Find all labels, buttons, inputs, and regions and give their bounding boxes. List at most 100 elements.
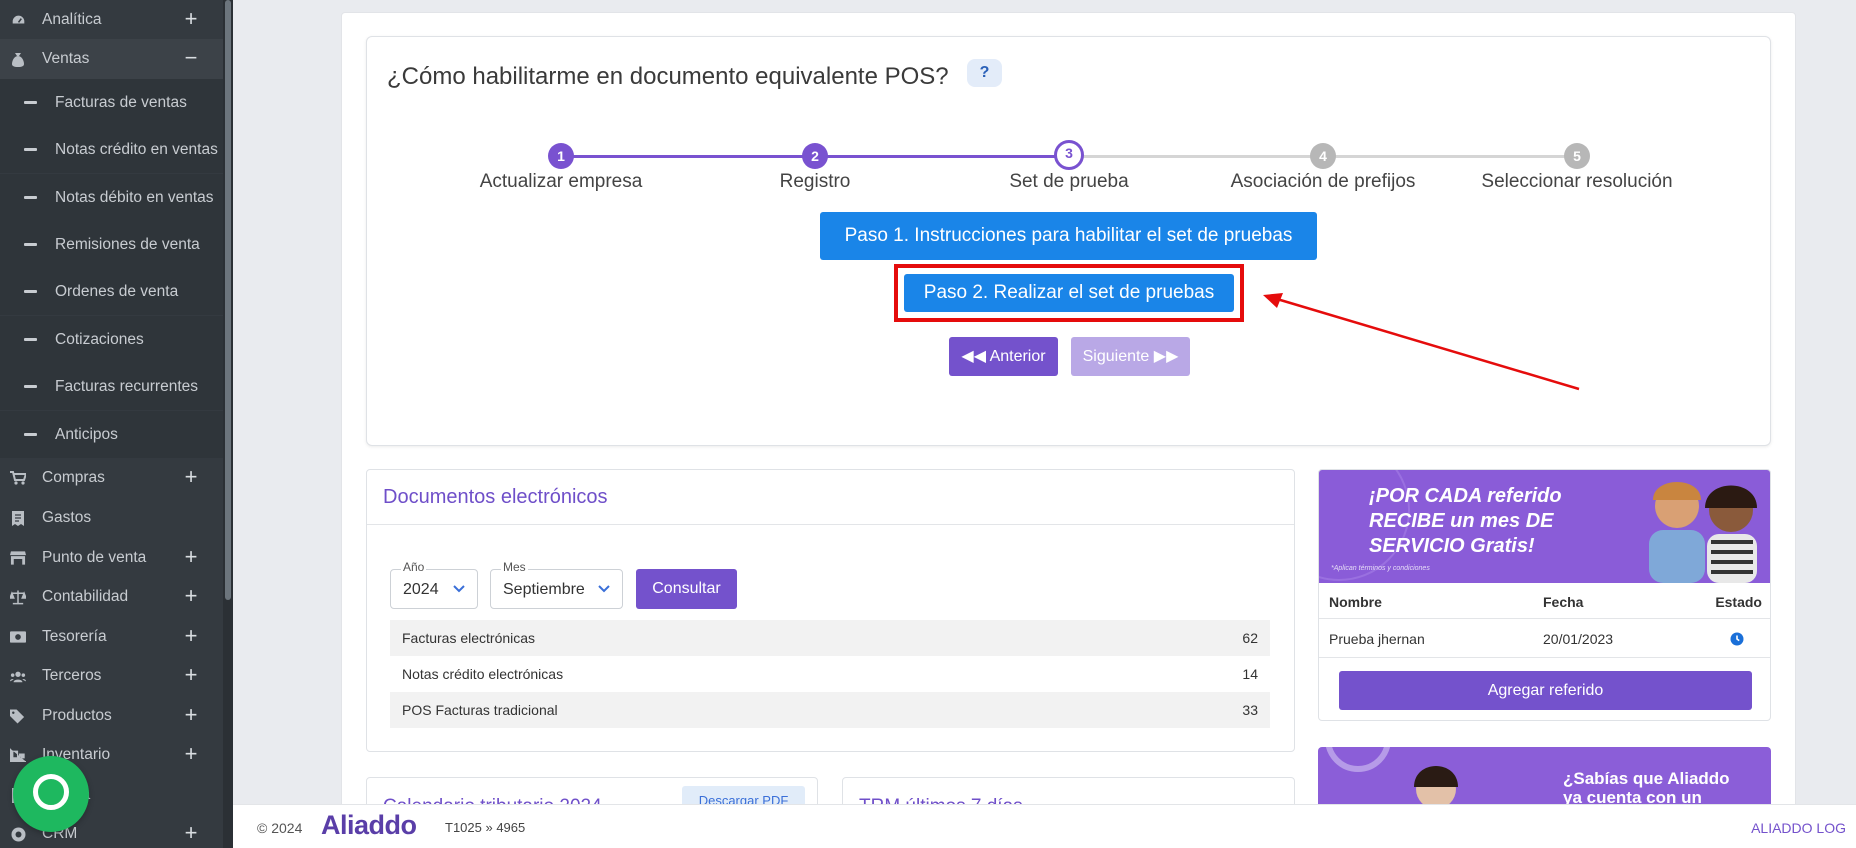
pallet-icon — [10, 747, 26, 763]
sidebar-subitem-facturas-recurrentes[interactable]: Facturas recurrentes — [0, 363, 223, 410]
month-select-caption: Mes — [501, 560, 528, 574]
expand-icon[interactable]: + — [183, 546, 199, 568]
aliaddo-log-link[interactable]: ALIADDO LOG — [1751, 820, 1846, 836]
sidebar-item-tesoreria[interactable]: Tesorería + — [0, 617, 223, 657]
tags-icon — [10, 708, 26, 724]
users-icon — [10, 668, 26, 684]
referral-table-header: Nombre Fecha Estado — [1319, 583, 1770, 619]
step-5-indicator[interactable]: 5 — [1564, 143, 1590, 169]
step-3-indicator[interactable]: 3 — [1054, 140, 1084, 170]
sidebar-subitem-label: Notas crédito en ventas — [55, 140, 218, 158]
sidebar-scrollbar[interactable] — [223, 0, 233, 848]
step2-test-set-button[interactable]: Paso 2. Realizar el set de pruebas — [904, 274, 1234, 312]
sidebar-subitem-cotizaciones[interactable]: Cotizaciones — [0, 316, 223, 363]
chevron-down-icon — [453, 585, 465, 593]
sidebar-item-label: Ventas — [42, 50, 90, 67]
sidebar-subitem-label: Facturas recurrentes — [55, 377, 198, 395]
add-referral-button[interactable]: Agregar referido — [1339, 671, 1752, 710]
referral-date: 20/01/2023 — [1543, 631, 1614, 647]
row-label: Notas crédito electrónicas — [402, 666, 564, 682]
month-select[interactable]: Mes Septiembre — [490, 560, 623, 609]
promo-text: ¿Sabías que Aliaddo ya cuenta con un — [1563, 769, 1730, 807]
expand-icon[interactable]: + — [183, 466, 199, 488]
dash-icon — [24, 101, 37, 104]
sidebar-subitem-notas-credito[interactable]: Notas crédito en ventas — [0, 126, 223, 173]
double-right-arrow-icon: ▶▶ — [1153, 348, 1179, 365]
sidebar-subitem-facturas-ventas[interactable]: Facturas de ventas — [0, 79, 223, 126]
expand-icon[interactable]: + — [183, 743, 199, 765]
sidebar-subitem-label: Notas débito en ventas — [55, 188, 214, 206]
banner-terms: *Aplican términos y condiciones — [1331, 565, 1430, 572]
sidebar-subitem-anticipos[interactable]: Anticipos — [0, 411, 223, 458]
step-connector-2-3 — [815, 155, 1069, 158]
consult-button[interactable]: Consultar — [636, 569, 737, 609]
footer-copyright: © 2024 — [257, 820, 303, 836]
row-count: 33 — [1242, 702, 1258, 718]
sidebar-subitem-label: Facturas de ventas — [55, 93, 187, 111]
sidebar-item-productos[interactable]: Productos + — [0, 696, 223, 736]
help-button[interactable]: ? — [967, 59, 1002, 87]
banner-line: ¡POR CADA referido — [1369, 485, 1562, 507]
footer: © 2024 Aliaddo T1025 » 4965 ALIADDO LOG — [233, 804, 1856, 848]
aliaddo-logo[interactable]: Aliaddo — [321, 810, 417, 841]
sidebar-item-label: Gastos — [42, 509, 92, 526]
chat-support-button[interactable] — [13, 756, 89, 832]
sidebar-subitem-label: Ordenes de venta — [55, 282, 179, 300]
step-3-label: Set de prueba — [1009, 171, 1129, 192]
store-icon — [10, 550, 26, 566]
sidebar-item-terceros[interactable]: Terceros + — [0, 656, 223, 696]
dash-icon — [24, 433, 37, 436]
wizard-title: ¿Cómo habilitarme en documento equivalen… — [387, 63, 949, 90]
promo-line: ¿Sabías que Aliaddo — [1563, 769, 1730, 788]
referral-banner-text: ¡POR CADA referido RECIBE un mes DE SERV… — [1369, 484, 1562, 559]
step-connector-1-2 — [561, 155, 815, 158]
expand-icon[interactable]: + — [183, 664, 199, 686]
previous-button[interactable]: ◀◀ Anterior — [949, 337, 1058, 376]
sidebar-item-analitica[interactable]: Analítica + — [0, 0, 223, 40]
sidebar-item-contabilidad[interactable]: Contabilidad + — [0, 577, 223, 617]
sidebar-item-label: Punto de venta — [42, 549, 147, 566]
sidebar-item-compras[interactable]: Compras + — [0, 458, 223, 498]
collapse-icon[interactable]: − — [183, 47, 199, 69]
scale-icon — [10, 589, 26, 605]
column-header-status: Estado — [1715, 594, 1762, 610]
expand-icon[interactable]: + — [183, 822, 199, 844]
table-row: Prueba jhernan 20/01/2023 — [1319, 620, 1770, 658]
year-select-caption: Año — [401, 560, 427, 574]
documents-card-title: Documentos electrónicos — [367, 470, 1294, 525]
electronic-documents-card: Documentos electrónicos Año 2024 Mes Sep… — [366, 469, 1295, 752]
dash-icon — [24, 243, 37, 246]
step-1-indicator[interactable]: 1 — [548, 143, 574, 169]
dash-icon — [24, 196, 37, 199]
step-2-indicator[interactable]: 2 — [802, 143, 828, 169]
expand-icon[interactable]: + — [183, 625, 199, 647]
sidebar-item-ventas[interactable]: Ventas − — [0, 39, 223, 79]
sidebar-item-label: Terceros — [42, 667, 102, 684]
step-4-indicator[interactable]: 4 — [1310, 143, 1336, 169]
red-arrow-annotation — [1263, 293, 1580, 391]
scrollbar-thumb[interactable] — [225, 0, 231, 600]
next-button[interactable]: Siguiente ▶▶ — [1071, 337, 1190, 376]
step-4-label: Asociación de prefijos — [1230, 171, 1416, 192]
receipt-icon — [10, 510, 26, 526]
column-header-date: Fecha — [1543, 594, 1584, 610]
sidebar-item-punto-de-venta[interactable]: Punto de venta + — [0, 538, 223, 578]
sidebar-item-label: Productos — [42, 707, 112, 724]
gauge-icon — [10, 12, 26, 28]
chevron-down-icon — [598, 585, 610, 593]
sidebar-subitem-notas-debito[interactable]: Notas débito en ventas — [0, 174, 223, 221]
expand-icon[interactable]: + — [183, 704, 199, 726]
table-row: POS Facturas tradicional 33 — [390, 692, 1270, 728]
banner-line: RECIBE un mes DE — [1369, 510, 1554, 532]
step-1-label: Actualizar empresa — [479, 171, 643, 192]
step-2-label: Registro — [779, 171, 851, 192]
step1-instructions-button[interactable]: Paso 1. Instrucciones para habilitar el … — [820, 212, 1317, 260]
sidebar-subitem-remisiones[interactable]: Remisiones de venta — [0, 221, 223, 268]
expand-icon[interactable]: + — [183, 8, 199, 30]
sidebar-subitem-ordenes[interactable]: Ordenes de venta — [0, 268, 223, 315]
expand-icon[interactable]: + — [183, 585, 199, 607]
year-select[interactable]: Año 2024 — [390, 560, 478, 609]
footer-version-code: T1025 » 4965 — [445, 820, 526, 835]
row-count: 14 — [1242, 666, 1258, 682]
sidebar-item-gastos[interactable]: Gastos — [0, 498, 223, 538]
